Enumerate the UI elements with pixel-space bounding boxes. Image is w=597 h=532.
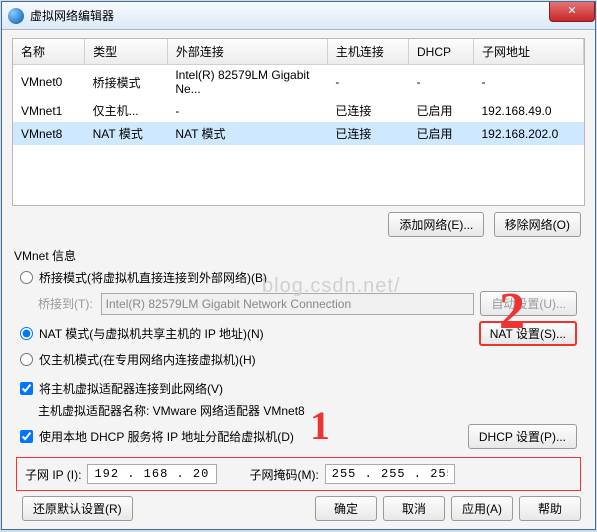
subnet-mask-input[interactable] xyxy=(325,464,455,484)
add-network-button[interactable]: 添加网络(E)... xyxy=(388,212,484,237)
col-host[interactable]: 主机连接 xyxy=(327,39,408,65)
dhcp-settings-button[interactable]: DHCP 设置(P)... xyxy=(468,424,577,449)
hostonly-label[interactable]: 仅主机模式(在专用网络内连接虚拟机)(H) xyxy=(39,351,256,368)
bridged-label[interactable]: 桥接模式(将虚拟机直接连接到外部网络)(B) xyxy=(39,269,267,286)
window-title: 虚拟网络编辑器 xyxy=(30,7,114,24)
host-adapter-name: 主机虚拟适配器名称: VMware 网络适配器 VMnet8 xyxy=(38,402,577,419)
help-button[interactable]: 帮助 xyxy=(519,496,581,521)
bridge-to-label: 桥接到(T): xyxy=(38,295,93,312)
bridged-radio[interactable] xyxy=(20,271,33,284)
subnet-row: 子网 IP (I): 子网掩码(M): xyxy=(16,457,581,491)
col-subnet[interactable]: 子网地址 xyxy=(474,39,584,65)
nat-label[interactable]: NAT 模式(与虚拟机共享主机的 IP 地址)(N) xyxy=(39,325,264,342)
nat-radio[interactable] xyxy=(20,327,33,340)
network-table-wrap: 名称 类型 外部连接 主机连接 DHCP 子网地址 VMnet0桥接模式Inte… xyxy=(12,38,585,206)
subnet-ip-label: 子网 IP (I): xyxy=(25,466,81,483)
app-icon xyxy=(8,8,24,24)
auto-settings-button[interactable]: 自动设置(U)... xyxy=(480,291,577,316)
hostonly-radio[interactable] xyxy=(20,353,33,366)
col-ext[interactable]: 外部连接 xyxy=(167,39,327,65)
window: 虚拟网络编辑器 ✕ blog.csdn.net/ 2 1 名称 类型 外部连接 … xyxy=(1,1,596,530)
restore-defaults-button[interactable]: 还原默认设置(R) xyxy=(22,496,133,521)
bridge-adapter-combo[interactable] xyxy=(101,293,475,315)
nat-settings-button[interactable]: NAT 设置(S)... xyxy=(479,321,577,346)
apply-button[interactable]: 应用(A) xyxy=(451,496,513,521)
table-row[interactable]: VMnet1仅主机...-已连接已启用192.168.49.0 xyxy=(13,99,584,122)
vmnet-section-title: VMnet 信息 xyxy=(14,247,583,264)
table-row[interactable]: VMnet0桥接模式Intel(R) 82579LM Gigabit Ne...… xyxy=(13,65,584,100)
table-row[interactable]: VMnet8NAT 模式NAT 模式已连接已启用192.168.202.0 xyxy=(13,122,584,145)
ok-button[interactable]: 确定 xyxy=(315,496,377,521)
host-adapter-checkbox[interactable] xyxy=(20,382,33,395)
cancel-button[interactable]: 取消 xyxy=(383,496,445,521)
remove-network-button[interactable]: 移除网络(O) xyxy=(494,212,581,237)
use-dhcp-checkbox[interactable] xyxy=(20,430,33,443)
network-table[interactable]: 名称 类型 外部连接 主机连接 DHCP 子网地址 VMnet0桥接模式Inte… xyxy=(13,39,584,145)
subnet-ip-input[interactable] xyxy=(87,464,217,484)
use-dhcp-label[interactable]: 使用本地 DHCP 服务将 IP 地址分配给虚拟机(D) xyxy=(39,428,294,445)
content-pane: blog.csdn.net/ 2 1 名称 类型 外部连接 主机连接 DHCP … xyxy=(2,30,595,529)
subnet-mask-label: 子网掩码(M): xyxy=(249,466,318,483)
host-adapter-label[interactable]: 将主机虚拟适配器连接到此网络(V) xyxy=(39,380,223,397)
col-name[interactable]: 名称 xyxy=(13,39,85,65)
col-dhcp[interactable]: DHCP xyxy=(409,39,474,65)
col-type[interactable]: 类型 xyxy=(85,39,168,65)
titlebar[interactable]: 虚拟网络编辑器 ✕ xyxy=(2,2,595,30)
close-button[interactable]: ✕ xyxy=(549,2,595,22)
